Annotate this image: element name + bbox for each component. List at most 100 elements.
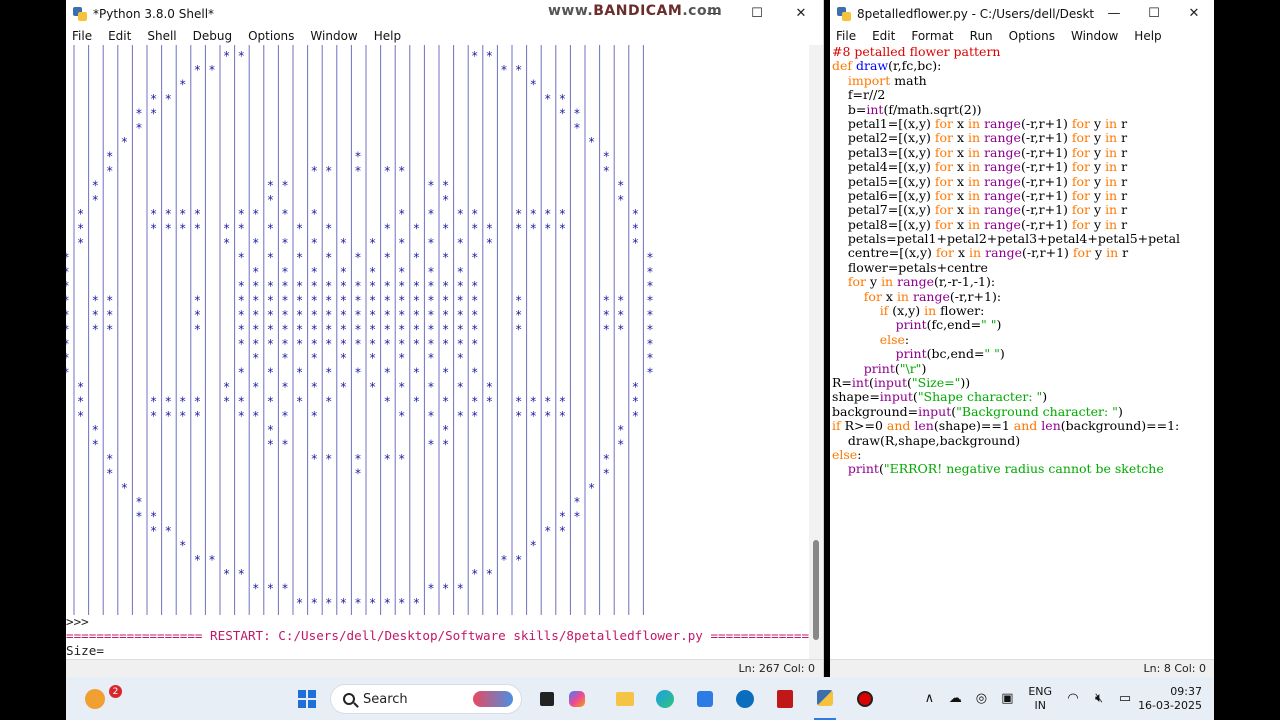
- code-line[interactable]: f=r//2: [832, 87, 1214, 102]
- code-line[interactable]: petal5=[(x,y) for x in range(-r,r+1) for…: [832, 174, 1214, 189]
- maximize-icon[interactable]: ☐: [735, 0, 779, 27]
- code-line[interactable]: flower=petals+centre: [832, 260, 1214, 275]
- code-line[interactable]: print("\r"): [832, 361, 1214, 376]
- menu-edit[interactable]: Edit: [872, 29, 895, 43]
- menu-help[interactable]: Help: [1134, 29, 1161, 43]
- code-line[interactable]: shape=input("Shape character: "): [832, 389, 1214, 404]
- code-line[interactable]: print("ERROR! negative radius cannot be …: [832, 461, 1214, 476]
- code-line[interactable]: centre=[(x,y) for x in range(-r,r+1) for…: [832, 246, 1214, 261]
- pattern-star: *: [135, 121, 142, 135]
- code-line[interactable]: petal8=[(x,y) for x in range(-r,r+1) for…: [832, 217, 1214, 232]
- dell-icon[interactable]: [734, 677, 756, 720]
- task-view-icon[interactable]: [536, 677, 558, 720]
- code-line[interactable]: else:: [832, 447, 1214, 462]
- copilot-icon[interactable]: [566, 677, 588, 720]
- code-line[interactable]: print(bc,end=" "): [832, 346, 1214, 361]
- menu-file[interactable]: File: [72, 29, 92, 43]
- code-line[interactable]: else:: [832, 332, 1214, 347]
- pattern-star: *: [296, 294, 303, 308]
- pattern-star: *: [135, 106, 142, 120]
- mcafee-icon[interactable]: [774, 677, 796, 720]
- battery-icon[interactable]: ▭: [1115, 689, 1135, 709]
- pattern-star: *: [121, 135, 128, 149]
- code-line[interactable]: def draw(r,fc,bc):: [832, 58, 1214, 73]
- code-area[interactable]: #8 petalled flower pattern def draw(r,fc,…: [832, 45, 1214, 659]
- code-line[interactable]: background=input("Background character: …: [832, 404, 1214, 419]
- pattern-star: *: [413, 337, 420, 351]
- pattern-star: *: [223, 567, 230, 581]
- code-line[interactable]: for x in range(-r,r+1):: [832, 289, 1214, 304]
- code-line[interactable]: petal2=[(x,y) for x in range(-r,r+1) for…: [832, 130, 1214, 145]
- code-line[interactable]: if R>=0 and len(shape)==1 and len(backgr…: [832, 418, 1214, 433]
- pattern-star: *: [427, 438, 434, 452]
- code-line[interactable]: petal3=[(x,y) for x in range(-r,r+1) for…: [832, 145, 1214, 160]
- code-line[interactable]: b=int(f/math.sqrt(2)): [832, 102, 1214, 117]
- lang-code: ENG: [1028, 684, 1053, 698]
- code-line[interactable]: if (x,y) in flower:: [832, 303, 1214, 318]
- pattern-star: *: [106, 466, 113, 480]
- editor-titlebar[interactable]: 8petalledflower.py - C:/Users/dell/Deskt…: [830, 0, 1214, 27]
- cloud-icon[interactable]: ☁: [945, 689, 965, 709]
- taskbar-search[interactable]: Search: [331, 685, 521, 713]
- editor-window[interactable]: 8petalledflower.py - C:/Users/dell/Deskt…: [830, 0, 1214, 677]
- code-line[interactable]: petal4=[(x,y) for x in range(-r,r+1) for…: [832, 159, 1214, 174]
- code-line[interactable]: petal1=[(x,y) for x in range(-r,r+1) for…: [832, 116, 1214, 131]
- size-input-line[interactable]: Size=: [66, 643, 809, 658]
- menu-format[interactable]: Format: [911, 29, 953, 43]
- pattern-star: *: [106, 322, 113, 336]
- code-line[interactable]: petal7=[(x,y) for x in range(-r,r+1) for…: [832, 202, 1214, 217]
- scroll-thumb[interactable]: [813, 540, 819, 640]
- volume-mute-icon[interactable]: 🔇︎: [1089, 689, 1109, 709]
- menu-window[interactable]: Window: [310, 29, 357, 43]
- close-icon[interactable]: ✕: [779, 0, 823, 27]
- windows-start-icon[interactable]: [294, 677, 320, 720]
- pattern-star: *: [632, 236, 639, 250]
- code-line[interactable]: for y in range(r,-r-1,-1):: [832, 274, 1214, 289]
- menu-debug[interactable]: Debug: [193, 29, 232, 43]
- menu-edit[interactable]: Edit: [108, 29, 131, 43]
- clock[interactable]: 09:37 16-03-2025: [1138, 685, 1202, 713]
- menu-shell[interactable]: Shell: [147, 29, 176, 43]
- bandicam-tray-icon[interactable]: ◎: [971, 689, 991, 709]
- python-shell-window[interactable]: *Python 3.8.0 Shell* — ☐ ✕ www.BANDICAM.…: [66, 0, 824, 677]
- menu-options[interactable]: Options: [248, 29, 294, 43]
- wifi-icon[interactable]: ◠: [1063, 689, 1083, 709]
- code-line[interactable]: petals=petal1+petal2+petal3+petal4+petal…: [832, 231, 1214, 246]
- pattern-star: *: [252, 322, 259, 336]
- pattern-star: *: [617, 308, 624, 322]
- code-line[interactable]: petal6=[(x,y) for x in range(-r,r+1) for…: [832, 188, 1214, 203]
- close-icon[interactable]: ✕: [1174, 0, 1214, 27]
- cast-icon[interactable]: ▣: [997, 689, 1017, 709]
- file-explorer-icon[interactable]: [614, 677, 636, 720]
- edge-icon[interactable]: [654, 677, 676, 720]
- python-idle-icon[interactable]: [814, 677, 836, 720]
- pattern-star: *: [413, 322, 420, 336]
- menu-window[interactable]: Window: [1071, 29, 1118, 43]
- pattern-star: *: [311, 308, 318, 322]
- code-line[interactable]: #8 petalled flower pattern: [832, 45, 1214, 59]
- weather-widget-icon[interactable]: 2: [80, 677, 122, 720]
- pattern-star: *: [603, 466, 610, 480]
- store-icon[interactable]: [694, 677, 716, 720]
- pattern-star: *: [238, 49, 245, 63]
- pattern-star: *: [603, 150, 610, 164]
- editor-menubar: File Edit Format Run Options Window Help: [830, 27, 1214, 45]
- code-line[interactable]: draw(R,shape,background): [832, 433, 1214, 448]
- code-line[interactable]: print(fc,end=" "): [832, 318, 1214, 333]
- shell-output[interactable]: * * * * * * * * * * * * * * * * * * * * * * * * * * * * * * * * * * * * * * * *…: [66, 45, 809, 659]
- maximize-icon[interactable]: ☐: [1134, 0, 1174, 27]
- bandicam-record-icon[interactable]: [854, 677, 876, 720]
- pattern-star: *: [646, 351, 653, 365]
- code-line[interactable]: R=int(input("Size=")): [832, 375, 1214, 390]
- shell-scrollbar[interactable]: [809, 45, 823, 659]
- menu-help[interactable]: Help: [374, 29, 401, 43]
- chevron-up-icon[interactable]: ∧: [919, 689, 939, 709]
- menu-file[interactable]: File: [836, 29, 856, 43]
- pattern-star: *: [471, 366, 478, 380]
- menu-options[interactable]: Options: [1009, 29, 1055, 43]
- python-logo-icon: [73, 6, 87, 21]
- minimize-icon[interactable]: —: [1094, 0, 1134, 27]
- code-line[interactable]: import math: [832, 73, 1214, 88]
- language-indicator[interactable]: ENG IN: [1028, 685, 1052, 713]
- menu-run[interactable]: Run: [970, 29, 993, 43]
